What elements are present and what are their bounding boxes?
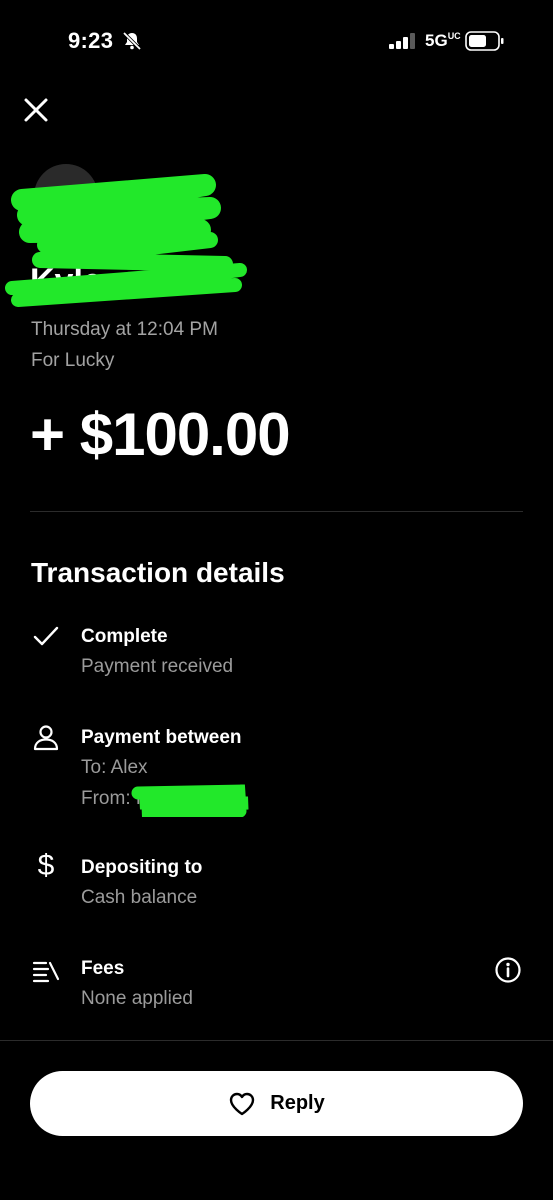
heart-icon: [230, 1092, 255, 1115]
transaction-amount: + $100.00: [30, 401, 291, 468]
transaction-date: Thursday at 12:04 PM: [31, 319, 218, 340]
reply-button[interactable]: Reply: [30, 1071, 523, 1136]
status-bar: 9:23 5GUC: [0, 0, 553, 84]
reply-label: Reply: [270, 1092, 325, 1114]
detail-subtitle: Payment received: [81, 656, 234, 677]
battery-icon: [465, 31, 504, 51]
bell-slash-icon: [122, 31, 142, 51]
transaction-note: For Lucky: [31, 350, 115, 371]
divider: [0, 1040, 553, 1041]
status-time: 9:23: [68, 28, 114, 53]
checkmark-icon: [33, 626, 59, 646]
dollar-icon: $: [37, 849, 55, 882]
divider: [30, 511, 523, 512]
detail-subtitle: Cash balance: [81, 887, 198, 908]
payment-to: To: Alex: [81, 757, 148, 778]
close-button[interactable]: [18, 92, 54, 128]
transaction-detail-screen: 9:23 5GUC Kyle Thursday at 12:04 PM For …: [0, 0, 553, 1200]
detail-title: Complete: [81, 626, 168, 647]
list-icon: [32, 961, 60, 983]
network-label: 5GUC: [425, 31, 461, 50]
info-icon[interactable]: [494, 956, 522, 984]
redaction-scribble: [5, 174, 247, 307]
detail-title: Payment between: [81, 727, 242, 748]
detail-title: Depositing to: [81, 857, 203, 878]
redaction-scribble: [131, 784, 249, 817]
person-icon: [33, 725, 59, 751]
detail-subtitle: None applied: [81, 988, 193, 1009]
signal-icon: [389, 33, 415, 49]
detail-title: Fees: [81, 958, 125, 979]
section-title: Transaction details: [31, 557, 285, 588]
